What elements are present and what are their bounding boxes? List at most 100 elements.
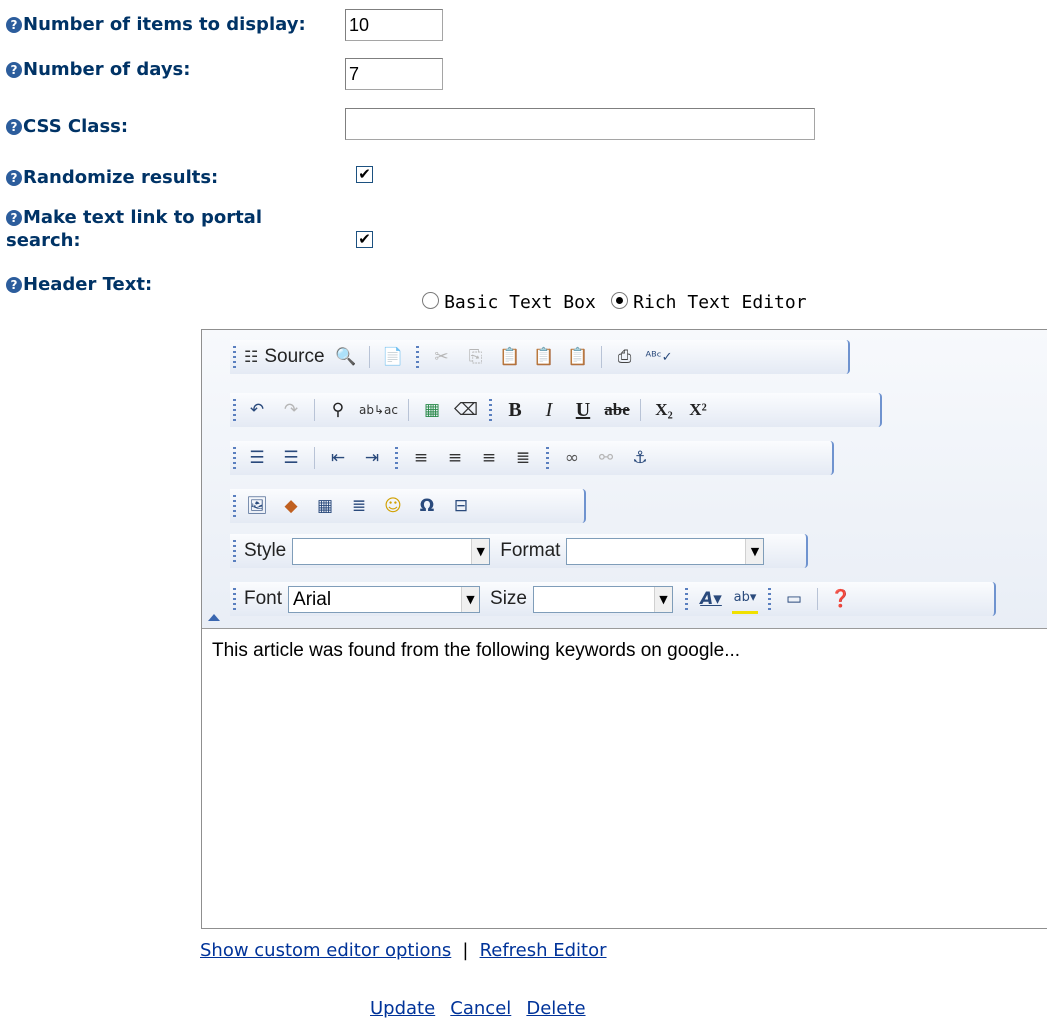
header-text-label: ? Header Text: [6, 273, 152, 296]
superscript-button[interactable]: X² [685, 397, 711, 423]
smiley-icon[interactable]: ☺ [380, 493, 406, 519]
rich-text-editor-radio[interactable] [611, 292, 629, 309]
italic-button[interactable]: I [536, 397, 562, 423]
underline-button[interactable]: U [570, 397, 596, 423]
text-link-label: ? Make text link to portal search: [6, 207, 262, 251]
size-dropdown[interactable]: ▼ [533, 585, 673, 613]
redo-icon[interactable]: ↷ [278, 397, 304, 423]
style-dropdown[interactable]: ▼ [292, 537, 491, 565]
paste-text-icon[interactable]: 📋 [531, 344, 557, 370]
style-label: Style [244, 540, 287, 561]
select-all-icon[interactable]: ▦ [419, 397, 445, 423]
source-button[interactable]: ☷ Source [244, 344, 325, 370]
align-left-icon[interactable]: ≡ [408, 445, 434, 471]
update-link[interactable]: Update [370, 998, 435, 1019]
image-icon[interactable]: 🖼 [244, 493, 270, 519]
strikethrough-button[interactable]: abe [604, 397, 630, 423]
chevron-down-icon[interactable]: ▼ [471, 538, 490, 564]
special-char-icon[interactable]: Ω [414, 493, 440, 519]
show-custom-options-link[interactable]: Show custom editor options [200, 940, 451, 961]
undo-icon[interactable]: ↶ [244, 397, 270, 423]
chevron-down-icon[interactable]: ▼ [745, 538, 764, 564]
paste-icon[interactable]: 📋 [497, 344, 523, 370]
bold-button[interactable]: B [502, 397, 528, 423]
css-class-input[interactable] [345, 108, 815, 140]
help-icon[interactable]: ? [6, 170, 22, 186]
editor-content-text: This article was found from the followin… [212, 640, 741, 661]
editor-content-area[interactable]: This article was found from the followin… [202, 628, 1047, 928]
size-label: Size [490, 588, 527, 609]
delete-link[interactable]: Delete [526, 998, 585, 1019]
spellcheck-icon[interactable]: ᴬᴮᶜ✓ [646, 344, 673, 370]
show-blocks-icon[interactable]: ▭ [781, 586, 807, 612]
flash-icon[interactable]: ◆ [278, 493, 304, 519]
toolbar-row-1: ☷ Source 🔍 📄 ✂ ⎘ 📋 📋 📋 ⎙ ᴬᴮᶜ✓ [230, 340, 850, 374]
templates-icon[interactable]: 📄 [380, 344, 406, 370]
paste-word-icon[interactable]: 📋 [565, 344, 591, 370]
refresh-editor-link[interactable]: Refresh Editor [480, 940, 607, 961]
days-input[interactable]: 7 [345, 58, 443, 90]
page-break-icon[interactable]: ⊟ [448, 493, 474, 519]
link-divider: | [462, 940, 469, 961]
horizontal-rule-icon[interactable]: ≣ [346, 493, 372, 519]
text-link-checkbox[interactable]: ✔ [356, 231, 373, 248]
align-right-icon[interactable]: ≡ [476, 445, 502, 471]
table-icon[interactable]: ▦ [312, 493, 338, 519]
collapse-toolbar-icon[interactable] [208, 614, 220, 621]
print-icon[interactable]: ⎙ [612, 344, 638, 370]
outdent-icon[interactable]: ⇤ [325, 445, 351, 471]
action-links: Update Cancel Delete [370, 998, 586, 1019]
replace-icon[interactable]: ab↳ac [359, 397, 398, 423]
css-class-label: ? CSS Class: [6, 115, 128, 138]
format-label: Format [500, 540, 561, 561]
chevron-down-icon[interactable]: ▼ [654, 586, 672, 612]
toolbar-grip[interactable] [233, 447, 236, 469]
anchor-icon[interactable]: ⚓ [627, 445, 653, 471]
link-icon[interactable]: ∞ [559, 445, 585, 471]
help-icon[interactable]: ? [6, 277, 22, 293]
help-icon[interactable]: ? [6, 17, 22, 33]
basic-text-box-label[interactable]: Basic Text Box [444, 292, 596, 313]
font-label: Font [244, 588, 283, 609]
days-label: ? Number of days: [6, 58, 190, 81]
align-justify-icon[interactable]: ≣ [510, 445, 536, 471]
rich-text-editor-label[interactable]: Rich Text Editor [633, 292, 806, 313]
toolbar-row-4: 🖼 ◆ ▦ ≣ ☺ Ω ⊟ [230, 489, 586, 523]
toolbar-row-2: ↶ ↷ ⚲ ab↳ac ▦ ⌫ B I U abe X₂ X² [230, 393, 882, 427]
bulleted-list-icon[interactable]: ☰ [278, 445, 304, 471]
eraser-icon[interactable]: ⌫ [453, 397, 479, 423]
help-icon[interactable]: ? [6, 210, 22, 226]
text-color-icon[interactable]: A▾ [698, 586, 724, 612]
align-center-icon[interactable]: ≡ [442, 445, 468, 471]
toolbar-grip[interactable] [233, 588, 236, 610]
background-color-icon[interactable]: ab▾ [732, 585, 758, 614]
cancel-link[interactable]: Cancel [450, 998, 511, 1019]
help-icon[interactable]: ? [6, 119, 22, 135]
format-dropdown[interactable]: ▼ [566, 537, 765, 565]
toolbar-grip[interactable] [233, 346, 236, 368]
randomize-checkbox[interactable]: ✔ [356, 166, 373, 183]
indent-icon[interactable]: ⇥ [359, 445, 385, 471]
toolbar-row-5: Style ▼ Format ▼ [230, 534, 808, 568]
items-input[interactable]: 10 [345, 9, 443, 41]
preview-icon[interactable]: 🔍 [333, 344, 359, 370]
copy-icon[interactable]: ⎘ [463, 344, 489, 370]
find-icon[interactable]: ⚲ [325, 397, 351, 423]
numbered-list-icon[interactable]: ☰ [244, 445, 270, 471]
rich-text-editor: ☷ Source 🔍 📄 ✂ ⎘ 📋 📋 📋 ⎙ ᴬᴮᶜ✓ ↶ ↷ ⚲ ab↳ac… [201, 329, 1047, 929]
editor-links: Show custom editor options | Refresh Edi… [200, 940, 607, 961]
toolbar-grip[interactable] [233, 399, 236, 421]
toolbar-grip[interactable] [233, 495, 236, 517]
cut-icon[interactable]: ✂ [429, 344, 455, 370]
help-icon[interactable]: ? [6, 62, 22, 78]
chevron-down-icon[interactable]: ▼ [461, 586, 480, 612]
toolbar-grip[interactable] [233, 540, 236, 562]
basic-text-box-radio[interactable] [422, 292, 439, 309]
randomize-label: ? Randomize results: [6, 166, 218, 189]
font-dropdown[interactable]: Arial ▼ [288, 585, 481, 613]
toolbar-row-3: ☰ ☰ ⇤ ⇥ ≡ ≡ ≡ ≣ ∞ ⚯ ⚓ [230, 441, 834, 475]
editor-mode-selector: Basic Text Box Rich Text Editor [422, 292, 807, 313]
subscript-button[interactable]: X₂ [651, 397, 677, 423]
help-icon[interactable]: ❓ [828, 586, 854, 612]
unlink-icon[interactable]: ⚯ [593, 445, 619, 471]
